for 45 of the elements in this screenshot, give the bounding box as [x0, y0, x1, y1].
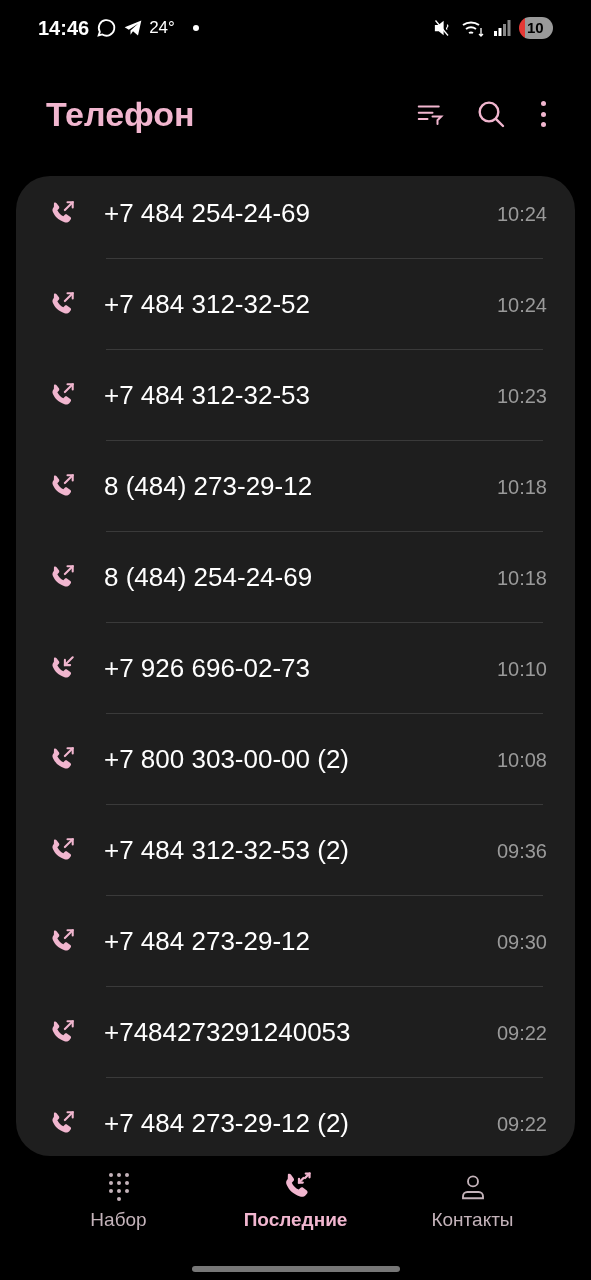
phone-number: 8 (484) 273-29-12: [104, 470, 314, 503]
nav-tab[interactable]: Набор: [43, 1172, 194, 1235]
call-log-item[interactable]: 8 (484) 254-24-69 10:18: [16, 532, 575, 623]
call-time: 10:18: [496, 474, 547, 500]
call-time: 10:23: [496, 383, 547, 409]
battery-level: 10: [519, 17, 553, 39]
search-button[interactable]: [475, 98, 507, 130]
call-log-item[interactable]: 8 (484) 273-29-12 10:18: [16, 441, 575, 532]
call-log-item[interactable]: +7484273291240053 09:22: [16, 987, 575, 1078]
call-log-item[interactable]: +7 800 303-00-00 (2) 10:08: [16, 714, 575, 805]
call-log-item[interactable]: +7 484 254-24-69 10:24: [16, 176, 575, 259]
app-title: Телефон: [46, 93, 195, 135]
call-log-item[interactable]: +7 484 273-29-12 (2) 09:22: [16, 1078, 575, 1156]
phone-number: +7 484 312-32-53: [104, 379, 311, 412]
nav-tab[interactable]: Последние: [220, 1172, 371, 1235]
nav-tab[interactable]: Контакты: [397, 1172, 548, 1235]
call-time: 10:18: [496, 565, 547, 591]
status-time: 14:46: [38, 16, 90, 41]
call-log-item[interactable]: +7 484 312-32-52 10:24: [16, 259, 575, 350]
phone-number: +7 484 273-29-12 (2): [104, 1107, 350, 1140]
call-time: 09:22: [496, 1111, 547, 1137]
phone-number: +7 800 303-00-00 (2): [104, 743, 350, 776]
signal-icon: [493, 19, 511, 37]
call-time: 10:24: [496, 201, 547, 227]
call-time: 09:36: [496, 838, 547, 864]
call-time: 10:10: [496, 656, 547, 682]
paper-plane-icon: [123, 18, 144, 38]
call-log-item[interactable]: +7 484 273-29-12 09:30: [16, 896, 575, 987]
phone-number: 8 (484) 254-24-69: [104, 561, 314, 594]
call-time: 10:24: [496, 292, 547, 318]
phone-number: +7484273291240053: [104, 1016, 352, 1049]
phone-number: +7 484 254-24-69: [104, 197, 311, 230]
call-log-item[interactable]: +7 484 312-32-53 (2) 09:36: [16, 805, 575, 896]
call-time: 09:22: [496, 1020, 547, 1046]
temperature: 24°: [149, 17, 175, 40]
phone-number: +7 484 312-32-53 (2): [104, 834, 350, 867]
phone-number: +7 926 696-02-73: [104, 652, 311, 685]
call-log-item[interactable]: +7 926 696-02-73 10:10: [16, 623, 575, 714]
chat-bubble-icon: [95, 17, 118, 39]
phone-number: +7 484 273-29-12: [104, 925, 311, 958]
call-time: 10:08: [496, 747, 547, 773]
phone-number: +7 484 312-32-52: [104, 288, 311, 321]
keypad-icon: [106, 1172, 131, 1202]
call-time: 09:30: [496, 929, 547, 955]
call-log-item[interactable]: +7 484 312-32-53 10:23: [16, 350, 575, 441]
